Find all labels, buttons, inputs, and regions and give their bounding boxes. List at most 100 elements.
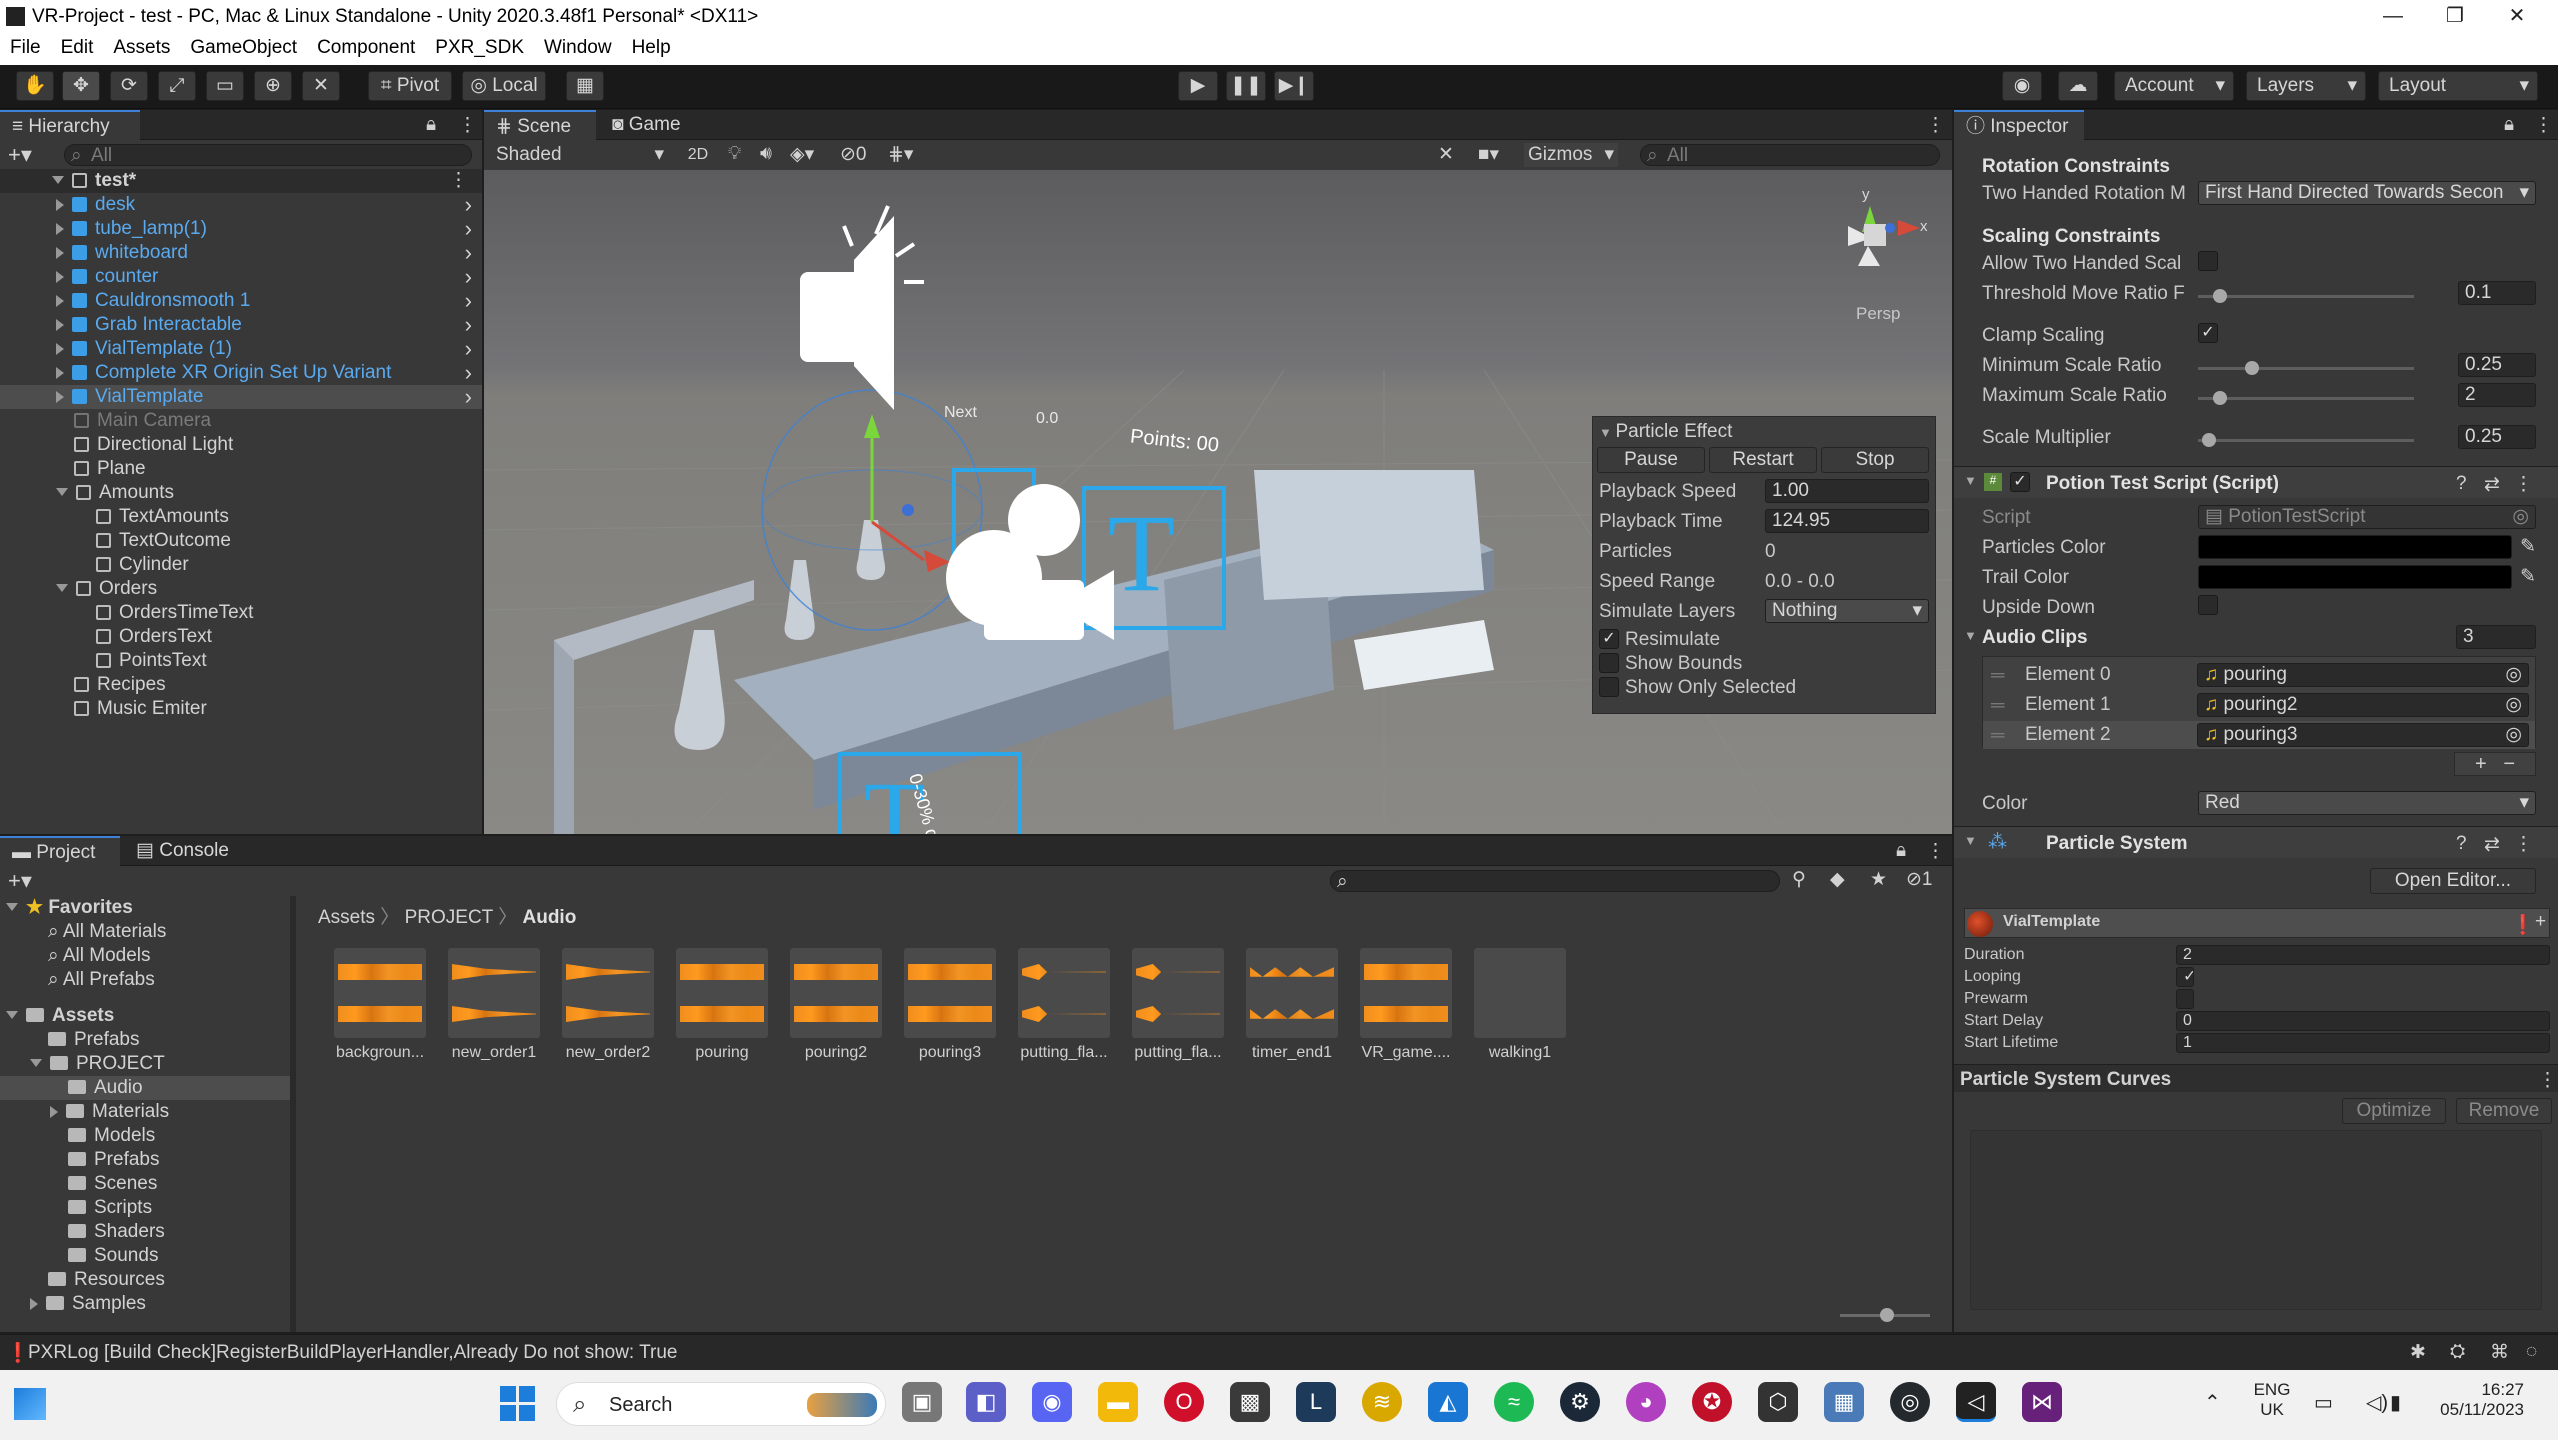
playback-speed-field[interactable]: 1.00 — [1765, 479, 1929, 503]
favorite-item[interactable]: ⌕ All Models — [0, 944, 151, 968]
expand-arrow-icon[interactable] — [56, 223, 64, 235]
volume-icon[interactable]: ◁) — [2366, 1390, 2388, 1415]
ps-field-value[interactable] — [2176, 989, 2194, 1009]
hierarchy-row[interactable]: desk › — [0, 193, 482, 217]
toggle-2d-button[interactable]: 2D — [680, 143, 716, 167]
github-icon[interactable]: ◎ — [1890, 1382, 1930, 1422]
project-folder-row[interactable]: Scripts — [0, 1196, 290, 1220]
show-only-selected-checkbox[interactable] — [1599, 677, 1619, 697]
account-dropdown[interactable]: Account ▾ — [2114, 71, 2234, 101]
project-folder-row[interactable]: PROJECT — [0, 1052, 290, 1076]
grid-toggle-icon[interactable]: ⋕▾ — [888, 143, 913, 166]
audio-clip-field[interactable]: ♫ pouring ◎ — [2197, 663, 2529, 687]
chevron-right-icon[interactable]: › — [465, 193, 472, 217]
scale-tool-icon[interactable]: ⤢ — [158, 71, 196, 101]
layout-dropdown[interactable]: Layout ▾ — [2378, 71, 2538, 101]
play-button[interactable]: ▶ — [1178, 71, 1218, 101]
steam-icon[interactable]: ⚙ — [1560, 1382, 1600, 1422]
ps-field-value[interactable]: ✓ — [2176, 967, 2194, 987]
expand-arrow-icon[interactable] — [56, 319, 64, 331]
project-folder-row[interactable]: Samples — [0, 1292, 290, 1316]
add-icon[interactable]: + — [2535, 911, 2546, 933]
grid-snap-icon[interactable]: ▦ — [566, 71, 604, 101]
eyedropper-icon[interactable]: ✎ — [2520, 535, 2536, 558]
hierarchy-row[interactable]: tube_lamp(1) › — [0, 217, 482, 241]
orientation-gizmo[interactable]: y x — [1828, 186, 1928, 276]
presets-icon[interactable]: ⇄ — [2484, 473, 2500, 496]
ps-field-value[interactable]: 1 — [2176, 1033, 2550, 1053]
chevron-right-icon[interactable]: › — [465, 337, 472, 361]
open-editor-button[interactable]: Open Editor... — [2370, 868, 2536, 894]
taskbar-search[interactable]: ⌕ Search — [556, 1382, 886, 1426]
spotify-icon[interactable]: ≈ — [1494, 1382, 1534, 1422]
chevron-right-icon[interactable]: › — [465, 241, 472, 265]
task-view-icon[interactable]: ▣ — [902, 1382, 942, 1422]
audio-clip-field[interactable]: ♫ pouring3 ◎ — [2197, 723, 2529, 747]
status-bar[interactable]: ❗ PXRLog [Build Check]RegisterBuildPlaye… — [0, 1334, 2558, 1370]
menu-help[interactable]: Help — [622, 33, 681, 59]
project-folder-row[interactable]: Audio — [0, 1076, 290, 1100]
more-icon[interactable]: ⋮ — [2538, 1069, 2557, 1092]
project-search-input[interactable]: ⌕ — [1330, 870, 1780, 892]
expand-arrow-icon[interactable] — [56, 247, 64, 259]
audio-asset[interactable]: new_order1 — [448, 948, 540, 1062]
show-bounds-checkbox[interactable] — [1599, 653, 1619, 673]
allow-two-handed-checkbox[interactable] — [2198, 251, 2218, 271]
target-icon[interactable]: ◎ — [2505, 724, 2522, 746]
ps-field-value[interactable]: 0 — [2176, 1011, 2550, 1031]
expand-arrow-icon[interactable] — [56, 391, 64, 403]
chevron-up-icon[interactable]: ⌃ — [2204, 1390, 2221, 1415]
rotate-tool-icon[interactable]: ⟳ — [110, 71, 148, 101]
pause-effect-button[interactable]: Pause — [1597, 447, 1705, 473]
breadcrumb-project[interactable]: PROJECT — [405, 907, 493, 928]
camera-icon[interactable]: ■▾ — [1478, 143, 1499, 166]
menu-assets[interactable]: Assets — [103, 33, 180, 59]
menu-component[interactable]: Component — [307, 33, 425, 59]
minimize-button[interactable]: — — [2362, 0, 2424, 33]
progress-icon[interactable]: ◌ — [2526, 1341, 2537, 1363]
particles-color-swatch[interactable] — [2198, 535, 2512, 559]
network-icon[interactable]: ▭ — [2314, 1390, 2333, 1415]
filter-label-icon[interactable]: ◆ — [1830, 868, 1845, 891]
simulate-layers-dropdown[interactable]: Nothing ▾ — [1765, 599, 1929, 623]
menu-window[interactable]: Window — [534, 33, 622, 59]
more-icon[interactable]: ⋮ — [2514, 473, 2533, 496]
audio-clips-label[interactable]: Audio Clips — [1982, 627, 2088, 649]
project-folder-row[interactable]: Models — [0, 1124, 290, 1148]
tab-console[interactable]: ▤ Console — [124, 836, 244, 866]
project-folder-row[interactable]: Sounds — [0, 1244, 290, 1268]
curves-area[interactable] — [1970, 1130, 2542, 1310]
lock-icon[interactable]: 🔒︎ — [1896, 840, 1906, 862]
layers-dropdown[interactable]: Layers ▾ — [2246, 71, 2366, 101]
resimulate-checkbox[interactable]: ✓ — [1599, 629, 1619, 649]
threshold-slider-track[interactable] — [2198, 295, 2414, 298]
drag-handle-icon[interactable]: ═ — [1991, 695, 2004, 717]
menu-file[interactable]: File — [0, 33, 51, 59]
audio-asset[interactable]: pouring3 — [904, 948, 996, 1062]
create-asset-icon[interactable]: +▾ — [8, 868, 32, 894]
language-indicator[interactable]: ENG UK — [2252, 1380, 2292, 1420]
audio-asset[interactable]: walking1 — [1474, 948, 1566, 1062]
particle-module-header[interactable]: VialTemplate ❗ + — [1964, 908, 2550, 938]
hierarchy-row[interactable]: Cylinder — [0, 553, 482, 577]
collapse-arrow-icon[interactable] — [30, 1059, 42, 1067]
cloud-icon[interactable]: ☁ — [2058, 71, 2098, 101]
hierarchy-row[interactable]: TextOutcome — [0, 529, 482, 553]
cache-icon[interactable]: ⛭ — [2450, 1341, 2465, 1363]
project-folder-row[interactable]: Shaders — [0, 1220, 290, 1244]
widgets-icon[interactable] — [14, 1388, 46, 1420]
hierarchy-row[interactable]: whiteboard › — [0, 241, 482, 265]
hand-tool-icon[interactable]: ✋ — [16, 71, 54, 101]
shading-dropdown[interactable]: Shaded ▾ — [492, 143, 670, 167]
audio-asset[interactable]: VR_game.... — [1360, 948, 1452, 1062]
audio-asset[interactable]: pouring — [676, 948, 768, 1062]
unity-hub-icon[interactable]: ⬡ — [1758, 1382, 1798, 1422]
persp-label[interactable]: Persp — [1856, 304, 1900, 324]
restart-effect-button[interactable]: Restart — [1709, 447, 1817, 473]
hierarchy-row[interactable]: counter › — [0, 265, 482, 289]
drag-handle-icon[interactable]: ═ — [1991, 665, 2004, 687]
favorite-item[interactable]: ⌕ All Prefabs — [0, 968, 155, 992]
chevron-right-icon[interactable]: › — [465, 313, 472, 337]
tree-scrollbar[interactable] — [290, 896, 296, 1332]
audio-element-row[interactable]: ═ Element 1 ♫ pouring2 ◎ — [1983, 691, 2535, 719]
